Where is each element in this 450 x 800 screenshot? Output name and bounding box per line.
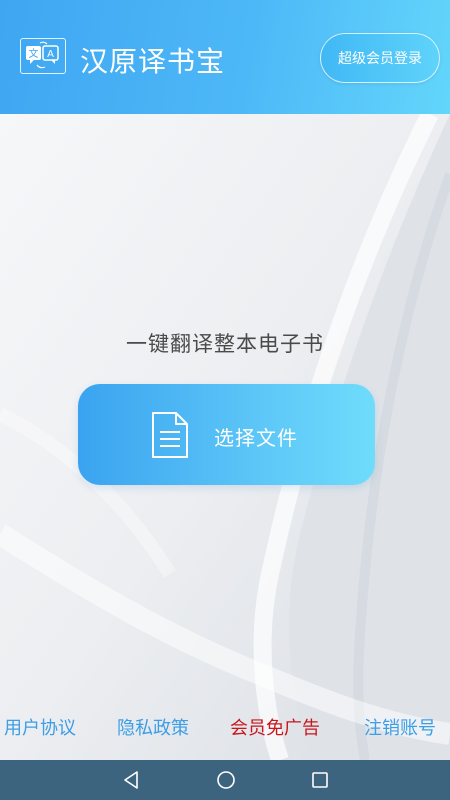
translate-icon: 文 A	[20, 38, 66, 74]
user-agreement-link[interactable]: 用户协议	[4, 714, 76, 740]
svg-text:文: 文	[29, 47, 39, 60]
system-navigation-bar	[0, 760, 450, 800]
delete-account-link[interactable]: 注销账号	[364, 714, 436, 740]
back-triangle-icon[interactable]	[120, 768, 144, 792]
vip-no-ads-link[interactable]: 会员免广告	[230, 714, 320, 740]
svg-text:A: A	[47, 49, 54, 60]
footer-links: 用户协议 隐私政策 会员免广告 注销账号	[0, 714, 450, 744]
recents-square-icon[interactable]	[308, 768, 332, 792]
document-icon	[150, 410, 190, 460]
app-screen: 文 A 汉原译书宝 超级会员登录 一键翻译整本电子书 选择文件 用户协议 隐私政…	[0, 0, 450, 800]
home-circle-icon[interactable]	[214, 768, 238, 792]
app-title: 汉原译书宝	[80, 45, 226, 78]
select-file-label: 选择文件	[214, 426, 298, 450]
vip-login-button[interactable]: 超级会员登录	[320, 33, 440, 83]
privacy-policy-link[interactable]: 隐私政策	[117, 714, 189, 740]
app-header: 文 A 汉原译书宝 超级会员登录	[0, 0, 450, 114]
tagline: 一键翻译整本电子书	[126, 332, 324, 356]
